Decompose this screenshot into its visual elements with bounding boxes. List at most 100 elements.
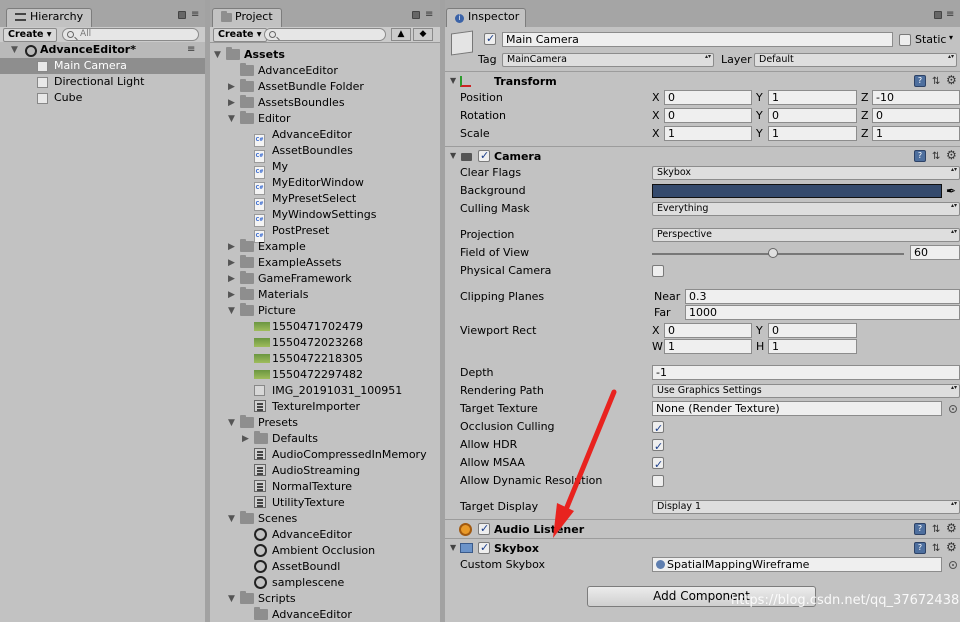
layer-dropdown[interactable]: Default	[754, 53, 957, 67]
culling-mask-dropdown[interactable]: Everything	[652, 202, 960, 216]
custom-skybox-field[interactable]: SpatialMappingWireframe	[652, 557, 942, 572]
hierarchy-item[interactable]: Directional Light	[0, 74, 205, 90]
collapsed-arrow-icon[interactable]: ▶	[228, 271, 235, 287]
project-folder-row[interactable]: ▼ Presets	[210, 415, 440, 431]
expand-arrow-icon[interactable]: ▼	[214, 47, 221, 63]
gear-icon[interactable]: ⚙	[946, 148, 957, 162]
project-asset-row[interactable]: UtilityTexture	[210, 495, 440, 511]
collapsed-arrow-icon[interactable]: ▶	[228, 95, 235, 111]
near-input[interactable]: 0.3	[685, 289, 960, 304]
project-asset-row[interactable]: IMG_20191031_100951	[210, 383, 440, 399]
create-button[interactable]: Create ▾	[3, 28, 57, 42]
hierarchy-item[interactable]: Main Camera	[0, 58, 205, 74]
help-icon[interactable]: ?	[914, 542, 926, 554]
project-folder-row[interactable]: ▼ Scenes	[210, 511, 440, 527]
expand-arrow-icon[interactable]: ▼	[228, 591, 235, 607]
project-folder-row[interactable]: ▶ Example	[210, 239, 440, 255]
project-folder-row[interactable]: ▶ Defaults	[210, 431, 440, 447]
expand-arrow-icon[interactable]: ▼	[228, 511, 235, 527]
project-folder-row[interactable]: ▼ Editor	[210, 111, 440, 127]
menu-icon[interactable]: ≡	[191, 10, 201, 20]
project-asset-row[interactable]: C# PostPreset	[210, 223, 440, 243]
project-asset-row[interactable]: AssetBoundl	[210, 559, 440, 575]
project-asset-row[interactable]: 1550471702479	[210, 319, 440, 335]
collapse-arrow-icon[interactable]: ▼	[450, 76, 456, 85]
project-asset-row[interactable]: AdvanceEditor	[210, 527, 440, 543]
target-display-dropdown[interactable]: Display 1	[652, 500, 960, 514]
msaa-checkbox[interactable]	[652, 456, 664, 474]
gear-icon[interactable]: ⚙	[946, 73, 957, 87]
clear-flags-dropdown[interactable]: Skybox	[652, 166, 960, 180]
active-checkbox[interactable]	[484, 32, 496, 45]
gear-icon[interactable]: ⚙	[946, 521, 957, 535]
expand-arrow-icon[interactable]: ▼	[228, 303, 235, 319]
collapsed-arrow-icon[interactable]: ▶	[228, 255, 235, 271]
project-asset-row[interactable]: AudioCompressedInMemory	[210, 447, 440, 463]
camera-enabled-checkbox[interactable]	[478, 149, 490, 162]
object-picker-icon[interactable]	[949, 405, 957, 413]
depth-input[interactable]: -1	[652, 365, 960, 380]
project-asset-row[interactable]: C# AdvanceEditor	[210, 127, 440, 147]
audio-listener-header[interactable]: Audio Listener ? ⇅ ⚙	[445, 519, 960, 539]
project-asset-row[interactable]: 1550472218305	[210, 351, 440, 367]
filter-label-icon[interactable]: ◆	[413, 28, 433, 41]
create-button[interactable]: Create ▾	[213, 28, 267, 42]
project-folder-row[interactable]: AdvanceEditor	[210, 607, 440, 622]
gear-icon[interactable]: ⚙	[946, 540, 957, 554]
scale-z-input[interactable]: 1	[872, 126, 960, 141]
project-asset-row[interactable]: TextureImporter	[210, 399, 440, 415]
position-x-input[interactable]: 0	[664, 90, 752, 105]
help-icon[interactable]: ?	[914, 75, 926, 87]
transform-header[interactable]: ▼ Transform ? ⇅ ⚙	[445, 71, 960, 91]
static-checkbox[interactable]	[899, 34, 911, 46]
camera-header[interactable]: ▼ Camera ? ⇅ ⚙	[445, 146, 960, 166]
viewport-x-input[interactable]: 0	[664, 323, 752, 338]
eyedropper-icon[interactable]: ✒	[946, 182, 956, 200]
collapsed-arrow-icon[interactable]: ▶	[228, 239, 235, 255]
fov-input[interactable]: 60	[910, 245, 960, 260]
scale-x-input[interactable]: 1	[664, 126, 752, 141]
preset-settings-icon[interactable]: ⇅	[932, 525, 940, 535]
tab-project[interactable]: Project	[212, 8, 282, 27]
project-folder-row[interactable]: ▼ Scripts	[210, 591, 440, 607]
gameobject-name-input[interactable]: Main Camera	[502, 32, 893, 47]
project-asset-row[interactable]: C# MyWindowSettings	[210, 207, 440, 227]
project-asset-row[interactable]: C# My	[210, 159, 440, 179]
project-asset-row[interactable]: AudioStreaming	[210, 463, 440, 479]
audio-listener-checkbox[interactable]	[478, 522, 490, 535]
project-folder-row[interactable]: AdvanceEditor	[210, 63, 440, 79]
collapse-arrow-icon[interactable]: ▼	[450, 151, 456, 160]
help-icon[interactable]: ?	[914, 150, 926, 162]
tab-hierarchy[interactable]: Hierarchy	[6, 8, 92, 27]
project-asset-row[interactable]: C# MyEditorWindow	[210, 175, 440, 195]
project-folder-row[interactable]: ▶ Materials	[210, 287, 440, 303]
preset-settings-icon[interactable]: ⇅	[932, 152, 940, 162]
skybox-checkbox[interactable]	[478, 541, 490, 554]
project-folder-row[interactable]: ▶ AssetBundle Folder	[210, 79, 440, 95]
menu-icon[interactable]: ≡	[425, 10, 435, 20]
physical-camera-checkbox[interactable]	[652, 265, 664, 277]
skybox-header[interactable]: ▼ Skybox ? ⇅ ⚙	[445, 538, 960, 558]
viewport-y-input[interactable]: 0	[768, 323, 857, 338]
viewport-h-input[interactable]: 1	[768, 339, 857, 354]
project-asset-row[interactable]: samplescene	[210, 575, 440, 591]
project-folder-row[interactable]: ▶ GameFramework	[210, 271, 440, 287]
collapsed-arrow-icon[interactable]: ▶	[228, 287, 235, 303]
project-asset-row[interactable]: Ambient Occlusion	[210, 543, 440, 559]
collapse-arrow-icon[interactable]: ▼	[450, 543, 456, 552]
background-color-field[interactable]	[652, 184, 942, 198]
preset-settings-icon[interactable]: ⇅	[932, 77, 940, 87]
rendering-path-dropdown[interactable]: Use Graphics Settings	[652, 384, 960, 398]
scale-y-input[interactable]: 1	[768, 126, 857, 141]
collapsed-arrow-icon[interactable]: ▶	[228, 79, 235, 95]
position-y-input[interactable]: 1	[768, 90, 857, 105]
preset-settings-icon[interactable]: ⇅	[932, 544, 940, 554]
object-picker-icon[interactable]	[949, 561, 957, 569]
projection-dropdown[interactable]: Perspective	[652, 228, 960, 242]
scene-menu-icon[interactable]: ≡	[187, 45, 197, 55]
hdr-checkbox[interactable]	[652, 438, 664, 456]
expand-arrow-icon[interactable]: ▼	[11, 42, 18, 58]
hierarchy-item[interactable]: Cube	[0, 90, 205, 106]
project-asset-row[interactable]: NormalTexture	[210, 479, 440, 495]
collapsed-arrow-icon[interactable]: ▶	[242, 431, 249, 447]
